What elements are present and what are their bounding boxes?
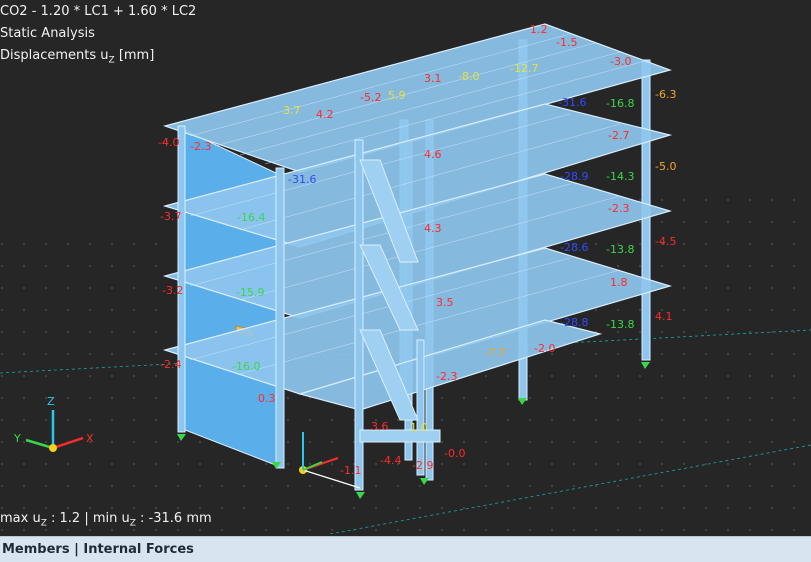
displacement-value-label: -7.7: [484, 346, 505, 359]
displacement-value-label: -4.4: [380, 454, 401, 467]
displacement-value-label: -5.2: [360, 91, 381, 104]
displacement-value-label: -2.7: [608, 129, 629, 142]
displacement-value-label: -4.0: [158, 136, 179, 149]
displacement-value-label: -2.9: [412, 459, 433, 472]
displacement-value-label: -12.7: [510, 62, 538, 75]
displacement-value-label: -28.9: [560, 170, 588, 183]
axis-z-label: Z: [47, 395, 55, 408]
displacement-value-label: -3.2: [162, 284, 183, 297]
displacement-value-label: -2.3: [608, 202, 629, 215]
displacement-value-label: -2.3: [436, 370, 457, 383]
displacement-value-label: 4.1: [655, 310, 673, 323]
displacement-value-label: -4.5: [655, 235, 676, 248]
displacement-value-label: -31.6: [558, 96, 586, 109]
displacement-value-label: -3.0: [610, 55, 631, 68]
displacement-value-label: -6.3: [655, 88, 676, 101]
displacement-value-label: -16.4: [237, 211, 265, 224]
displacement-value-label: 3.6: [371, 420, 389, 433]
displacement-value-label: -2.0: [534, 342, 555, 355]
load-combination-title: CO2 - 1.20 * LC1 + 1.60 * LC2: [0, 4, 197, 19]
displacement-value-label: -16.0: [232, 360, 260, 373]
result-unit: [mm]: [114, 48, 155, 63]
displacement-value-label: 1.0: [410, 421, 428, 434]
displacement-value-label: -5.0: [655, 160, 676, 173]
displacement-value-label: -28.6: [560, 241, 588, 254]
displacement-value-label: 1.8: [610, 276, 628, 289]
min-value: : -31.6 mm: [135, 511, 212, 526]
displacement-value-label: -1.5: [556, 36, 577, 49]
displacement-value-label: -2.4: [160, 358, 181, 371]
displacement-value-label: 3.1: [424, 72, 442, 85]
max-value: : 1.2 | min u: [46, 511, 130, 526]
displacement-value-label: 4.6: [424, 148, 442, 161]
displacement-value-label: -1.1: [340, 464, 361, 477]
result-label: Displacements u: [0, 48, 109, 63]
displacement-value-label: -31.6: [288, 173, 316, 186]
members-panel-tab[interactable]: Members | Internal Forces: [0, 536, 811, 562]
displacement-value-label: -13.8: [606, 243, 634, 256]
displacement-value-label: 0.3: [258, 392, 276, 405]
displacement-value-label: -28.8: [560, 316, 588, 329]
displacement-value-label: 4.3: [424, 222, 442, 235]
displacement-value-label: -8.0: [458, 70, 479, 83]
displacement-value-label: 5.9: [388, 89, 406, 102]
displacement-value-label: -0.0: [444, 447, 465, 460]
displacement-value-label: -2.3: [190, 140, 211, 153]
displacement-value-label: -3.7: [160, 210, 181, 223]
result-type: Displacements uZ [mm]: [0, 48, 154, 66]
model-canvas[interactable]: Z X Y 1.2 -1.5 -3.0 -6.3 3.1 -8.0 -12.7 -5.2 5.9…: [0, 0, 811, 534]
displacement-value-label: -15.9: [236, 286, 264, 299]
displacement-value-label: -13.8: [606, 318, 634, 331]
max-label: max u: [0, 511, 41, 526]
displacement-value-label: -14.3: [606, 170, 634, 183]
displacement-value-label: 3.5: [436, 296, 454, 309]
axis-y-label: Y: [13, 432, 21, 445]
axis-x-label: X: [86, 432, 94, 445]
displacement-value-label: 4.2: [316, 108, 334, 121]
3d-viewport[interactable]: Z X Y 1.2 -1.5 -3.0 -6.3 3.1 -8.0 -12.7 -5.2 5.9…: [0, 0, 811, 534]
min-max-summary: max uZ : 1.2 | min uZ : -31.6 mm: [0, 511, 212, 529]
displacement-value-label: 1.2: [530, 23, 548, 36]
displacement-value-label: 3.7: [283, 104, 301, 117]
displacement-value-label: -16.8: [606, 97, 634, 110]
panel-title: Members | Internal Forces: [2, 542, 194, 557]
analysis-type: Static Analysis: [0, 26, 95, 41]
